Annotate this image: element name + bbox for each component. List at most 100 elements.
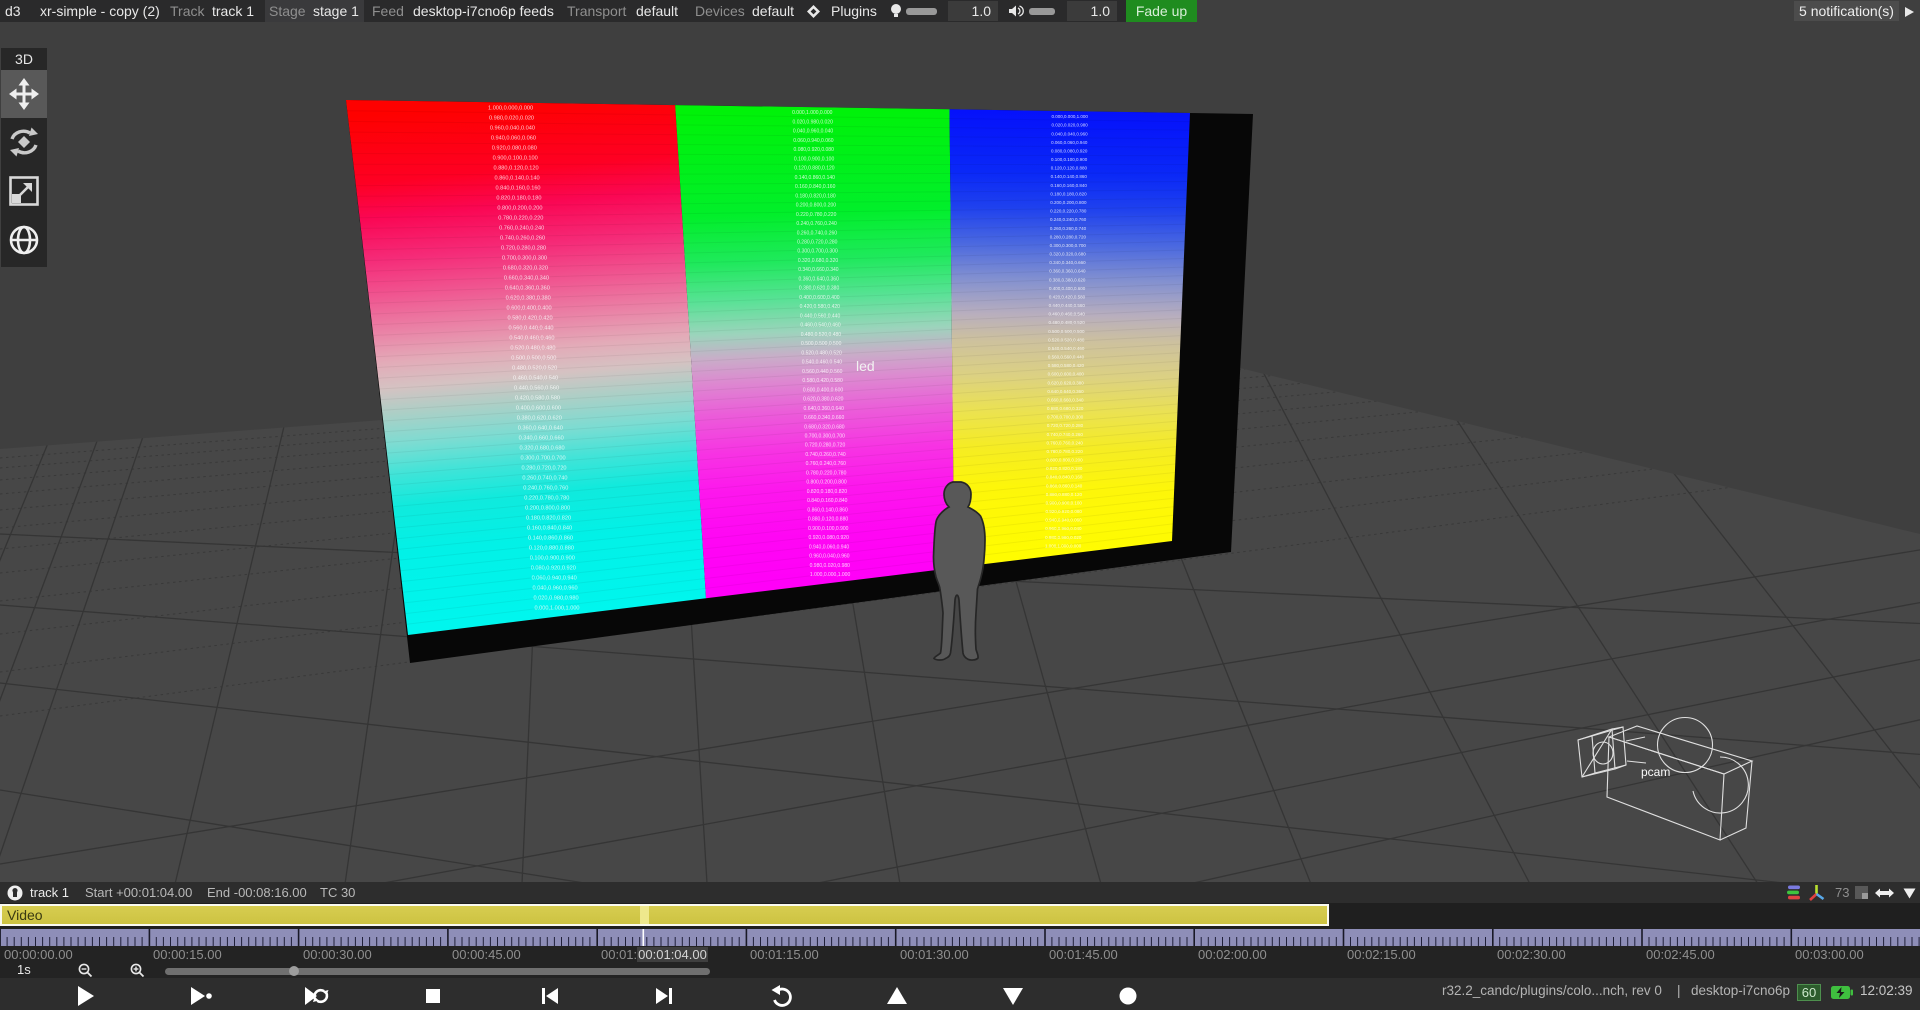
- svg-text:0.500,0.500,0.500: 0.500,0.500,0.500: [511, 356, 556, 362]
- svg-text:0.940,0.060,0.940: 0.940,0.060,0.940: [809, 544, 850, 550]
- svg-text:0.880,0.120,0.120: 0.880,0.120,0.120: [494, 166, 539, 172]
- svg-text:0.840,0.160,0.840: 0.840,0.160,0.840: [807, 498, 848, 504]
- svg-text:0.920,0.080,0.080: 0.920,0.080,0.080: [492, 146, 537, 152]
- svg-text:0.980,0.980,0.020: 0.980,0.980,0.020: [1045, 535, 1082, 540]
- svg-text:0.740,0.260,0.740: 0.740,0.260,0.740: [805, 452, 846, 458]
- svg-text:0.060,0.940,0.940: 0.060,0.940,0.940: [532, 576, 577, 582]
- svg-text:0.260,0.740,0.740: 0.260,0.740,0.740: [522, 476, 567, 482]
- svg-text:0.100,0.900,0.900: 0.100,0.900,0.900: [530, 556, 575, 562]
- svg-text:0.040,0.960,0.960: 0.040,0.960,0.960: [533, 586, 578, 592]
- svg-text:0.000,0.000,1.000: 0.000,0.000,1.000: [1052, 114, 1089, 119]
- svg-text:0.080,0.920,0.080: 0.080,0.920,0.080: [794, 147, 835, 153]
- svg-text:0.660,0.340,0.660: 0.660,0.340,0.660: [804, 415, 845, 421]
- svg-text:1.000,0.000,1.000: 1.000,0.000,1.000: [810, 572, 851, 578]
- svg-text:0.560,0.440,0.560: 0.560,0.440,0.560: [802, 369, 843, 375]
- svg-text:0.800,0.200,0.200: 0.800,0.200,0.200: [497, 206, 542, 212]
- svg-text:0.600,0.400,0.400: 0.600,0.400,0.400: [507, 306, 552, 312]
- svg-text:0.720,0.280,0.720: 0.720,0.280,0.720: [805, 443, 846, 449]
- svg-text:0.500,0.500,0.500: 0.500,0.500,0.500: [801, 341, 842, 347]
- svg-text:0.960,0.040,0.960: 0.960,0.040,0.960: [809, 554, 850, 560]
- svg-text:0.260,0.260,0.740: 0.260,0.260,0.740: [1050, 226, 1087, 231]
- svg-text:0.740,0.260,0.260: 0.740,0.260,0.260: [500, 236, 545, 242]
- svg-text:0.460,0.540,0.540: 0.460,0.540,0.540: [513, 376, 558, 382]
- svg-text:0.200,0.200,0.800: 0.200,0.200,0.800: [1050, 200, 1087, 205]
- svg-text:pcam: pcam: [1641, 765, 1670, 779]
- svg-text:0.360,0.360,0.640: 0.360,0.360,0.640: [1049, 269, 1086, 274]
- svg-text:0.680,0.680,0.320: 0.680,0.680,0.320: [1047, 406, 1084, 411]
- svg-text:0.480,0.520,0.520: 0.480,0.520,0.520: [512, 366, 557, 372]
- svg-text:0.860,0.140,0.860: 0.860,0.140,0.860: [807, 507, 848, 513]
- svg-text:0.720,0.280,0.280: 0.720,0.280,0.280: [501, 246, 546, 252]
- svg-text:0.280,0.720,0.280: 0.280,0.720,0.280: [797, 240, 838, 246]
- svg-text:0.400,0.400,0.600: 0.400,0.400,0.600: [1049, 286, 1086, 291]
- svg-text:0.760,0.240,0.760: 0.760,0.240,0.760: [806, 461, 847, 467]
- svg-text:0.640,0.640,0.360: 0.640,0.640,0.360: [1047, 389, 1084, 394]
- svg-text:0.560,0.440,0.440: 0.560,0.440,0.440: [508, 326, 553, 332]
- svg-text:0.340,0.340,0.660: 0.340,0.340,0.660: [1049, 260, 1086, 265]
- svg-text:0.000,1.000,0.000: 0.000,1.000,0.000: [792, 110, 833, 116]
- svg-text:0.080,0.080,0.920: 0.080,0.080,0.920: [1051, 149, 1088, 154]
- svg-text:0.480,0.480,0.520: 0.480,0.480,0.520: [1048, 320, 1085, 325]
- svg-text:0.020,0.980,0.980: 0.020,0.980,0.980: [534, 596, 579, 602]
- svg-text:0.660,0.340,0.340: 0.660,0.340,0.340: [504, 276, 549, 282]
- svg-text:0.580,0.420,0.420: 0.580,0.420,0.420: [508, 316, 553, 322]
- svg-text:0.100,0.100,0.900: 0.100,0.100,0.900: [1051, 157, 1088, 162]
- svg-text:0.140,0.860,0.860: 0.140,0.860,0.860: [528, 536, 573, 542]
- svg-text:0.720,0.720,0.280: 0.720,0.720,0.280: [1047, 423, 1084, 428]
- svg-text:0.140,0.860,0.140: 0.140,0.860,0.140: [795, 175, 836, 181]
- svg-text:0.160,0.160,0.840: 0.160,0.160,0.840: [1051, 183, 1088, 188]
- svg-text:0.320,0.680,0.680: 0.320,0.680,0.680: [520, 446, 565, 452]
- svg-text:0.060,0.060,0.940: 0.060,0.060,0.940: [1051, 140, 1088, 145]
- svg-text:0.840,0.840,0.160: 0.840,0.840,0.160: [1046, 475, 1083, 480]
- svg-text:0.180,0.180,0.820: 0.180,0.180,0.820: [1050, 191, 1087, 196]
- svg-text:0.540,0.540,0.460: 0.540,0.540,0.460: [1048, 346, 1085, 351]
- svg-text:0.820,0.180,0.180: 0.820,0.180,0.180: [496, 196, 541, 202]
- svg-text:0.700,0.300,0.300: 0.700,0.300,0.300: [502, 256, 547, 262]
- svg-text:0.360,0.640,0.640: 0.360,0.640,0.640: [518, 426, 563, 432]
- svg-text:0.700,0.300,0.700: 0.700,0.300,0.700: [805, 434, 846, 440]
- svg-text:0.440,0.440,0.560: 0.440,0.440,0.560: [1049, 303, 1086, 308]
- svg-text:0.980,0.020,0.020: 0.980,0.020,0.020: [489, 116, 534, 122]
- svg-text:0.920,0.080,0.920: 0.920,0.080,0.920: [809, 535, 850, 541]
- svg-text:0.120,0.880,0.880: 0.120,0.880,0.880: [529, 546, 574, 552]
- svg-text:0.680,0.320,0.680: 0.680,0.320,0.680: [804, 424, 845, 430]
- svg-text:0.240,0.760,0.760: 0.240,0.760,0.760: [523, 486, 568, 492]
- svg-text:0.260,0.740,0.260: 0.260,0.740,0.260: [797, 230, 838, 236]
- svg-text:0.500,0.500,0.500: 0.500,0.500,0.500: [1048, 329, 1085, 334]
- svg-text:0.920,0.920,0.080: 0.920,0.920,0.080: [1046, 509, 1083, 514]
- svg-text:0.740,0.740,0.260: 0.740,0.740,0.260: [1047, 432, 1084, 437]
- svg-text:0.640,0.360,0.640: 0.640,0.360,0.640: [804, 406, 845, 412]
- svg-text:0.020,0.020,0.980: 0.020,0.020,0.980: [1051, 123, 1088, 128]
- svg-text:0.840,0.160,0.160: 0.840,0.160,0.160: [495, 186, 540, 192]
- svg-text:0.620,0.380,0.380: 0.620,0.380,0.380: [506, 296, 551, 302]
- svg-text:0.200,0.800,0.200: 0.200,0.800,0.200: [796, 203, 837, 209]
- svg-text:0.940,0.940,0.060: 0.940,0.940,0.060: [1045, 518, 1082, 523]
- svg-text:0.780,0.220,0.780: 0.780,0.220,0.780: [806, 471, 847, 477]
- svg-text:0.060,0.940,0.060: 0.060,0.940,0.060: [793, 138, 834, 144]
- svg-text:0.220,0.780,0.220: 0.220,0.780,0.220: [796, 212, 837, 218]
- svg-text:0.160,0.840,0.840: 0.160,0.840,0.840: [527, 526, 572, 532]
- svg-text:0.380,0.620,0.380: 0.380,0.620,0.380: [799, 286, 840, 292]
- svg-text:0.160,0.840,0.160: 0.160,0.840,0.160: [795, 184, 836, 190]
- svg-text:0.220,0.780,0.780: 0.220,0.780,0.780: [524, 496, 569, 502]
- svg-text:0.320,0.320,0.680: 0.320,0.320,0.680: [1049, 252, 1086, 257]
- svg-text:0.900,0.900,0.100: 0.900,0.900,0.100: [1046, 501, 1083, 506]
- svg-text:0.960,0.040,0.040: 0.960,0.040,0.040: [490, 126, 535, 132]
- svg-text:0.340,0.660,0.340: 0.340,0.660,0.340: [798, 267, 839, 273]
- svg-text:0.800,0.800,0.200: 0.800,0.800,0.200: [1046, 458, 1083, 463]
- svg-text:0.380,0.620,0.620: 0.380,0.620,0.620: [517, 416, 562, 422]
- svg-text:0.280,0.280,0.720: 0.280,0.280,0.720: [1050, 234, 1087, 239]
- svg-text:0.540,0.460,0.540: 0.540,0.460,0.540: [802, 360, 843, 366]
- svg-text:0.300,0.700,0.300: 0.300,0.700,0.300: [797, 249, 838, 255]
- svg-text:1.000,0.000,0.000: 1.000,0.000,0.000: [488, 106, 533, 112]
- svg-text:0.020,0.980,0.020: 0.020,0.980,0.020: [793, 119, 834, 125]
- svg-text:0.040,0.960,0.040: 0.040,0.960,0.040: [793, 129, 834, 135]
- svg-text:0.240,0.760,0.240: 0.240,0.760,0.240: [796, 221, 837, 227]
- svg-text:0.780,0.780,0.220: 0.780,0.780,0.220: [1046, 449, 1083, 454]
- svg-text:0.340,0.660,0.660: 0.340,0.660,0.660: [519, 436, 564, 442]
- svg-text:0.220,0.220,0.780: 0.220,0.220,0.780: [1050, 209, 1087, 214]
- svg-text:0.040,0.040,0.960: 0.040,0.040,0.960: [1051, 131, 1088, 136]
- svg-text:0.460,0.460,0.540: 0.460,0.460,0.540: [1049, 312, 1086, 317]
- svg-text:0.980,0.020,0.980: 0.980,0.020,0.980: [810, 563, 851, 569]
- svg-text:0.300,0.300,0.700: 0.300,0.300,0.700: [1050, 243, 1087, 248]
